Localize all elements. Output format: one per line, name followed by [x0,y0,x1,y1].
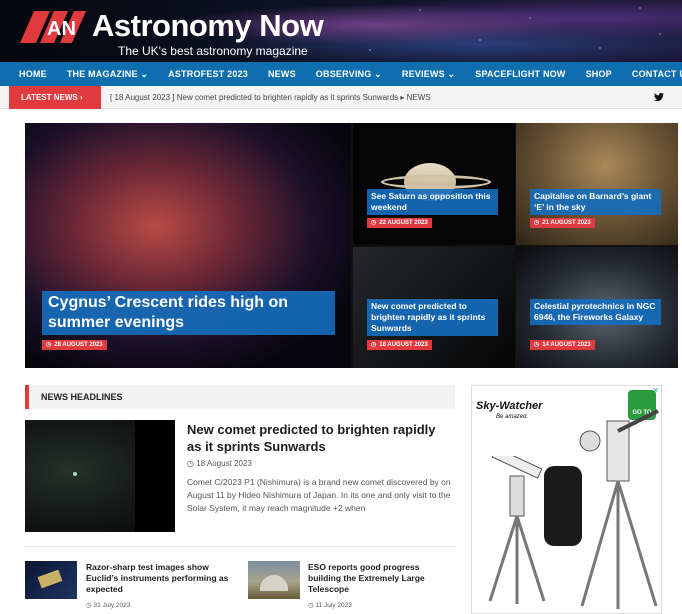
featured-barnard-date: ◷ 21 AUGUST 2023 [530,218,595,228]
featured-grid: Cygnus’ Crescent rides high on summer ev… [25,123,678,368]
ad-brand: Sky-Watcher [476,400,543,412]
clock-icon: ◷ [46,342,52,348]
astronomy-now-logo-icon[interactable]: AN [20,11,86,43]
featured-barnard-tile[interactable]: Capitalise on Barnard’s giant ‘E’ in the… [516,123,678,245]
logo-mark-text: AN [47,18,76,40]
nav-observing[interactable]: OBSERVING ⌄ [306,69,392,80]
divider [25,546,455,547]
featured-saturn-tile[interactable]: See Saturn as opposition this weekend ◷ 2… [353,123,515,245]
small-article-title[interactable]: ESO reports good progress building the E… [308,562,448,595]
nav-shop[interactable]: SHOP [576,69,622,79]
section-title: NEWS HEADLINES [41,392,123,402]
clock-icon: ◷ [534,220,540,226]
lead-article-excerpt: Comet C/2023 P1 (Nishimura) is a brand n… [187,477,451,513]
lead-article-date: ◷ 18 August 2023 [187,459,252,468]
skywatcher-ad[interactable]: ✕ Sky-Watcher Be amazed. GO TO [471,385,662,614]
lead-article-thumbnail[interactable] [25,420,175,532]
featured-main-tile[interactable]: Cygnus’ Crescent rides high on summer ev… [25,123,351,368]
clock-icon: ◷ [187,459,197,468]
featured-saturn-title[interactable]: See Saturn as opposition this weekend [367,189,498,215]
clock-icon: ◷ [534,342,540,348]
small-article-title[interactable]: Razor-sharp test images show Euclid’s in… [86,562,236,595]
clock-icon: ◷ [371,342,377,348]
featured-fireworks-date: ◷ 14 AUGUST 2023 [530,340,595,350]
main-nav: HOME THE MAGAZINE ⌄ ASTROFEST 2023 NEWS … [0,62,682,86]
featured-comet-title[interactable]: New comet predicted to brighten rapidly … [367,299,498,336]
euclid-spacecraft-image [37,569,63,589]
nav-spaceflight-now[interactable]: SPACEFLIGHT NOW [465,69,575,79]
clock-icon: ◷ [371,220,377,226]
news-headlines-header: NEWS HEADLINES [25,385,455,409]
nav-contact-us[interactable]: CONTACT US ⌄ [622,69,682,80]
telescope-mount-icon [488,456,546,604]
featured-fireworks-tile[interactable]: Celestial pyrotechnics in NGC 6946, the … [516,247,678,368]
nav-news[interactable]: NEWS [258,69,306,79]
thumbnail-shadow [135,420,175,532]
site-tagline: The UK's best astronomy magazine [118,44,308,58]
telescope-mount-icon [579,409,659,609]
featured-barnard-title[interactable]: Capitalise on Barnard’s giant ‘E’ in the… [530,189,661,215]
featured-main-date: ◷ 28 AUGUST 2023 [42,340,107,350]
featured-comet-date: ◷ 18 AUGUST 2023 [367,340,432,350]
euclid-thumbnail[interactable] [25,561,77,599]
saturn-ring-image [381,175,491,189]
ad-slogan: Be amazed. [496,414,529,420]
lead-article-title[interactable]: New comet predicted to brighten rapidly … [187,421,452,455]
small-article-date: ◷ 11 July 2023 [308,602,352,609]
comet-dot [73,472,77,476]
telescope-dome-image [260,575,288,591]
small-article-date: ◷ 31 July 2023 [86,602,131,609]
nav-reviews[interactable]: REVIEWS ⌄ [392,69,465,80]
featured-main-title[interactable]: Cygnus’ Crescent rides high on summer ev… [42,291,335,335]
elt-thumbnail[interactable] [248,561,300,599]
site-title[interactable]: Astronomy Now [92,8,324,44]
nav-home[interactable]: HOME [0,69,57,79]
twitter-icon[interactable] [654,91,664,103]
ticker-headline[interactable]: [ 18 August 2023 ] New comet predicted t… [110,86,431,109]
latest-news-ticker: LATEST NEWS › [ 18 August 2023 ] New com… [0,86,682,109]
featured-comet-tile[interactable]: New comet predicted to brighten rapidly … [353,247,515,368]
featured-fireworks-title[interactable]: Celestial pyrotechnics in NGC 6946, the … [530,299,661,325]
nav-the-magazine[interactable]: THE MAGAZINE ⌄ [57,69,158,80]
nav-astrofest[interactable]: ASTROFEST 2023 [158,69,258,79]
featured-saturn-date: ◷ 22 AUGUST 2023 [367,218,432,228]
latest-news-label: LATEST NEWS › [9,86,101,109]
site-header: AN Astronomy Now The UK's best astronomy… [0,0,682,62]
